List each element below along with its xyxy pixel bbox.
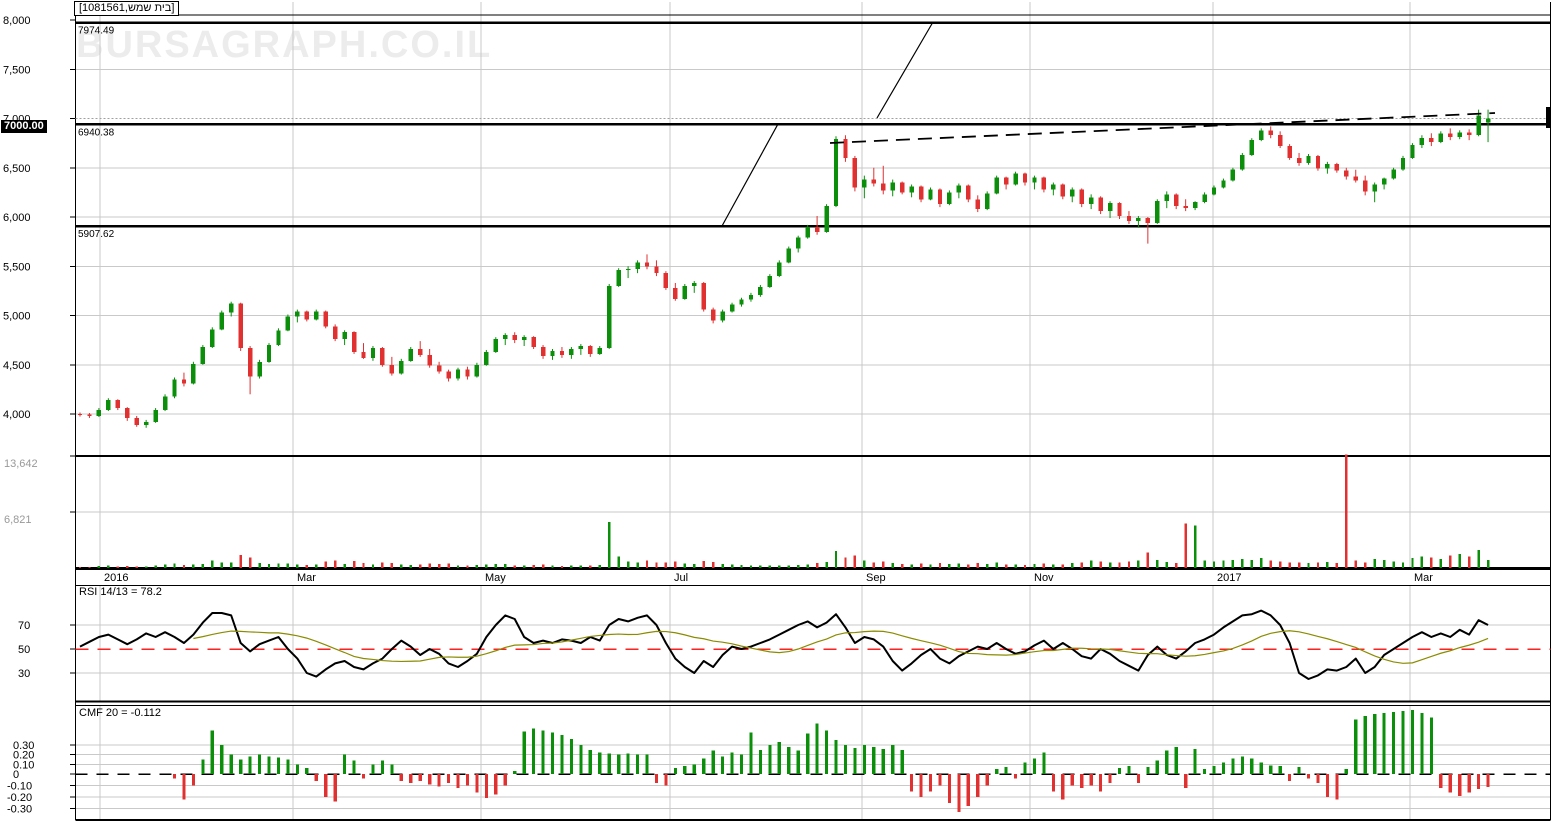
price-tick-label: 4,500 — [3, 360, 31, 372]
cmf-tick-label: -0.20 — [7, 792, 32, 804]
price-level-label: 5907.62 — [78, 229, 115, 240]
trendline-dashed — [829, 112, 1496, 144]
volume-tick-label: 6,821 — [4, 514, 32, 526]
price-tick-label: 6,000 — [3, 212, 31, 224]
rsi-indicator-label: RSI 14/13 = 78.2 — [79, 586, 162, 598]
rsi-line — [79, 609, 1489, 680]
price-tick-label: 5,500 — [3, 261, 31, 273]
last-price-badge: 7000.00 — [1, 120, 47, 133]
time-axis-label: Nov — [1034, 572, 1054, 584]
price-tick-label: 4,000 — [3, 409, 31, 421]
price-tick-label: 6,500 — [3, 163, 31, 175]
volume-series — [78, 454, 1490, 568]
price-tick-label: 7,500 — [3, 64, 31, 76]
cmf-indicator-label: CMF 20 = -0.112 — [79, 707, 162, 719]
cmf-tick-label: 0 — [13, 769, 19, 781]
symbol-title: [1081561,בית שמש] — [74, 1, 180, 16]
price-level-label: 6940.38 — [78, 127, 115, 138]
time-axis-label: 2016 — [104, 572, 128, 584]
trendline — [721, 123, 779, 227]
rsi-tick-label: 50 — [18, 644, 30, 656]
volume-tick-label: 13,642 — [4, 458, 38, 470]
time-axis-label: 2017 — [1217, 572, 1241, 584]
rsi-tick-label: 30 — [18, 668, 30, 680]
trendline — [876, 21, 934, 119]
time-axis-label: Mar — [297, 572, 316, 584]
price-tick-label: 8,000 — [3, 15, 31, 27]
chart-canvas: 7974.496940.385907.628,0007,5007,0006,50… — [3, 1, 1551, 821]
price-level-label: 7974.49 — [78, 26, 115, 37]
last-price-marker — [1546, 107, 1551, 128]
candlestick-series — [77, 109, 1491, 428]
time-axis-label: May — [485, 572, 506, 584]
rsi-tick-label: 70 — [18, 620, 30, 632]
cmf-tick-label: -0.10 — [7, 781, 32, 793]
chart-root: BURSAGRAPH.CO.IL 7974.49 6940.38 5907.62 8,… — [0, 0, 1553, 822]
time-axis-label: Mar — [1414, 572, 1433, 584]
price-tick-label: 5,000 — [3, 311, 31, 323]
time-axis-label: Sep — [866, 572, 886, 584]
time-axis-label: Jul — [674, 572, 688, 584]
cmf-tick-label: -0.30 — [7, 804, 32, 816]
